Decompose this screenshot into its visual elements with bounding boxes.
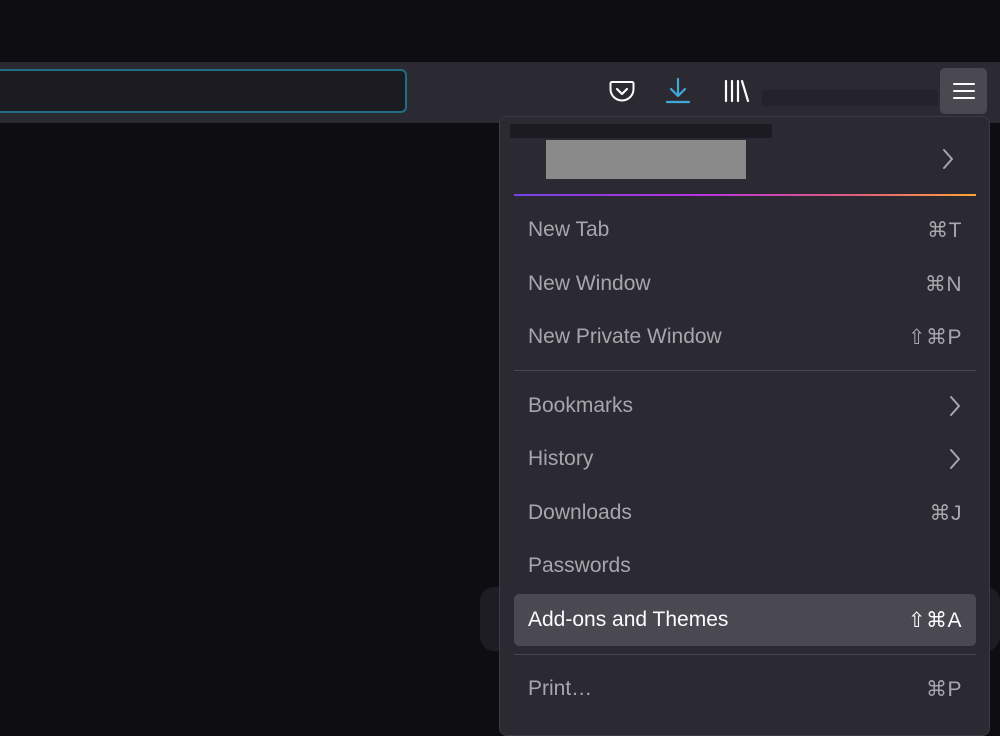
menu-item-new-tab[interactable]: New Tab ⌘T bbox=[514, 204, 976, 256]
menu-item-label: Downloads bbox=[528, 501, 632, 524]
download-icon bbox=[665, 77, 691, 104]
redacted-area bbox=[510, 124, 772, 138]
menu-item-passwords[interactable]: Passwords bbox=[514, 540, 976, 592]
hamburger-menu-icon bbox=[952, 83, 975, 99]
chevron-right-icon bbox=[950, 449, 960, 469]
menu-item-label: Print… bbox=[528, 677, 593, 700]
menu-separator bbox=[514, 370, 976, 371]
menu-item-label: Add-ons and Themes bbox=[528, 608, 729, 631]
downloads-button[interactable] bbox=[662, 74, 694, 108]
pocket-button[interactable] bbox=[606, 74, 638, 108]
library-icon bbox=[724, 79, 750, 103]
pocket-icon bbox=[609, 81, 635, 102]
menu-item-shortcut: ⌘N bbox=[924, 272, 962, 296]
menu-item-shortcut: ⌘T bbox=[927, 218, 962, 242]
menu-item-bookmarks[interactable]: Bookmarks bbox=[514, 380, 976, 432]
url-bar[interactable] bbox=[0, 69, 407, 113]
menu-item-label: New Window bbox=[528, 272, 651, 295]
app-menu-panel: New Tab ⌘T New Window ⌘N New Private Win… bbox=[499, 116, 990, 736]
menu-item-shortcut: ⇧⌘A bbox=[907, 608, 962, 632]
account-separator bbox=[514, 194, 976, 196]
menu-item-print[interactable]: Print… ⌘P bbox=[514, 663, 976, 715]
menu-item-new-private-window[interactable]: New Private Window ⇧⌘P bbox=[514, 311, 976, 363]
menu-item-addons-and-themes[interactable]: Add-ons and Themes ⇧⌘A bbox=[514, 594, 976, 646]
menu-item-downloads[interactable]: Downloads ⌘J bbox=[514, 487, 976, 539]
menu-item-shortcut: ⌘P bbox=[925, 677, 962, 701]
library-button[interactable] bbox=[720, 74, 752, 108]
chevron-right-icon bbox=[950, 396, 960, 416]
menu-item-label: New Private Window bbox=[528, 325, 722, 348]
open-menu-button[interactable] bbox=[940, 68, 987, 114]
menu-separator bbox=[514, 654, 976, 655]
menu-item-label: Bookmarks bbox=[528, 394, 634, 417]
menu-item-label: Passwords bbox=[528, 554, 631, 577]
tab-strip bbox=[0, 0, 1000, 62]
menu-item-label: History bbox=[528, 447, 594, 470]
menu-item-new-window[interactable]: New Window ⌘N bbox=[514, 258, 976, 310]
navigation-toolbar bbox=[0, 62, 1000, 124]
menu-item-label: New Tab bbox=[528, 218, 610, 241]
menu-item-shortcut: ⇧⌘P bbox=[907, 325, 962, 349]
menu-item-history[interactable]: History bbox=[514, 433, 976, 485]
menu-item-shortcut: ⌘J bbox=[929, 501, 962, 525]
account-avatar-redacted[interactable] bbox=[546, 140, 746, 179]
redacted-area bbox=[762, 90, 938, 106]
chevron-right-icon[interactable] bbox=[941, 147, 955, 171]
